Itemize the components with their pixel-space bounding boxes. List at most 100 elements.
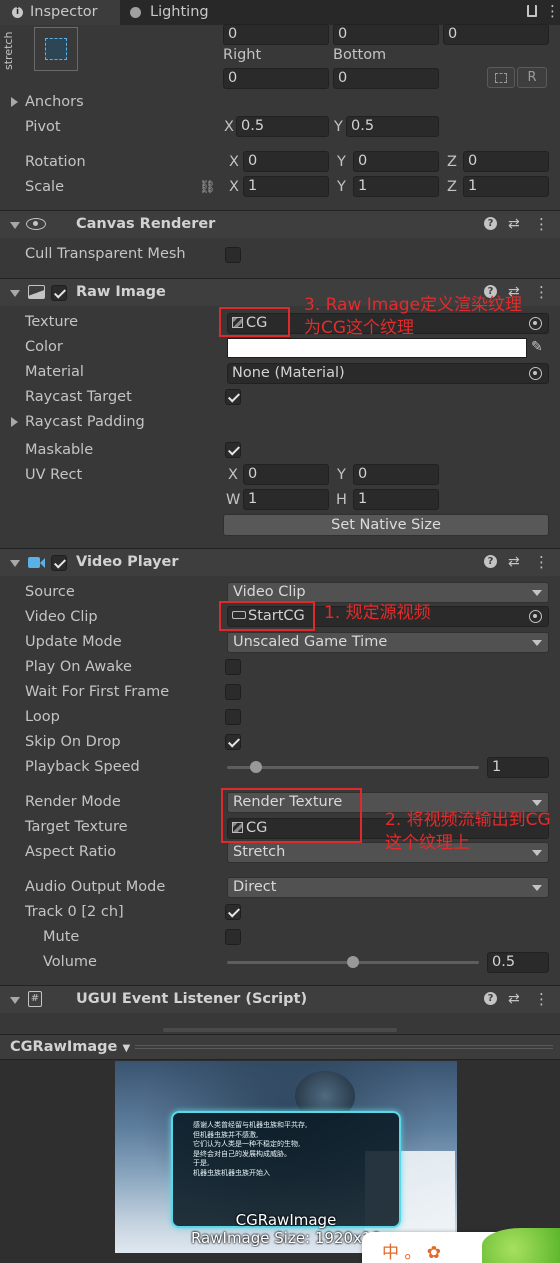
lock-icon[interactable]	[527, 5, 537, 17]
material-field[interactable]: None (Material)	[227, 363, 549, 384]
uv-x-field[interactable]: 0	[243, 464, 329, 485]
uv-x-label: X	[228, 467, 238, 483]
ugui-foldout-icon[interactable]	[10, 997, 20, 1004]
chevron-down-icon	[532, 640, 542, 646]
source-dropdown[interactable]: Video Clip	[227, 582, 549, 603]
loop-label: Loop	[25, 709, 60, 725]
context-menu-icon[interactable]: ⋮	[534, 215, 549, 233]
cull-transparent-mesh-checkbox[interactable]	[225, 247, 241, 263]
tab-inspector[interactable]: i Inspector	[0, 0, 120, 25]
video-player-enabled-checkbox[interactable]	[51, 555, 67, 571]
skip-on-drop-checkbox[interactable]	[225, 734, 241, 750]
target-texture-label: Target Texture	[25, 819, 128, 835]
scale-z-field[interactable]: 1	[463, 176, 549, 197]
scale-y-label: Y	[337, 179, 346, 195]
video-player-header[interactable]: Video Player ? ⇄ ⋮	[0, 548, 560, 576]
preview-dropdown[interactable]: CGRawImage ▼	[10, 1039, 130, 1055]
uv-y-field[interactable]: 0	[353, 464, 439, 485]
annotation-1: 1. 规定源视频	[324, 603, 431, 623]
raycast-target-checkbox[interactable]	[225, 389, 241, 405]
rotation-z-label: Z	[447, 154, 457, 170]
raw-image-enabled-checkbox[interactable]	[51, 285, 67, 301]
rotation-x-field[interactable]: 0	[243, 151, 329, 172]
presets-icon[interactable]: ⇄	[508, 991, 520, 1007]
ugui-event-listener-title: UGUI Event Listener (Script)	[76, 991, 308, 1007]
playback-speed-field[interactable]: 1	[487, 757, 549, 778]
scale-y-field[interactable]: 1	[353, 176, 439, 197]
presets-icon[interactable]: ⇄	[508, 216, 520, 232]
volume-field[interactable]: 0.5	[487, 952, 549, 973]
pivot-x-field[interactable]: 0.5	[236, 116, 329, 137]
raw-edit-button[interactable]: R	[517, 67, 547, 88]
tab-lighting-label: Lighting	[150, 4, 209, 20]
uv-w-field[interactable]: 1	[243, 489, 329, 510]
uv-h-field[interactable]: 1	[353, 489, 439, 510]
object-picker-icon[interactable]	[529, 317, 542, 330]
right-field[interactable]: 0	[223, 68, 329, 89]
help-icon[interactable]: ?	[484, 992, 497, 1005]
anchors-foldout-icon[interactable]	[11, 97, 18, 107]
context-menu-icon[interactable]: ⋮	[534, 283, 549, 301]
constrain-proportions-icon[interactable]: ⛓	[199, 180, 216, 195]
annotation-2-line1: 2. 将视频流输出到CG	[385, 810, 551, 830]
context-menu-icon[interactable]: ⋮	[534, 553, 549, 571]
color-swatch[interactable]	[227, 338, 527, 358]
raycast-padding-label[interactable]: Raycast Padding	[25, 414, 145, 430]
maskable-checkbox[interactable]	[225, 442, 241, 458]
chevron-down-icon: ▼	[122, 1043, 131, 1054]
anchors-label[interactable]: Anchors	[25, 94, 84, 110]
scale-x-field[interactable]: 1	[243, 176, 329, 197]
bottom-field[interactable]: 0	[333, 68, 439, 89]
source-value: Video Clip	[233, 584, 306, 600]
left-field[interactable]: 0	[223, 24, 329, 45]
canvas-renderer-foldout-icon[interactable]	[10, 222, 20, 229]
tab-lighting[interactable]: Lighting	[124, 0, 224, 25]
presets-icon[interactable]: ⇄	[508, 554, 520, 570]
tab-bar: i Inspector Lighting ⋮	[0, 0, 560, 25]
blueprint-mode-button[interactable]	[487, 67, 515, 88]
track-0-checkbox[interactable]	[225, 904, 241, 920]
object-picker-icon[interactable]	[529, 610, 542, 623]
set-native-size-button[interactable]: Set Native Size	[223, 514, 549, 536]
chevron-down-icon	[532, 885, 542, 891]
audio-output-mode-dropdown[interactable]: Direct	[227, 877, 549, 898]
object-picker-icon[interactable]	[529, 367, 542, 380]
rotation-z-field[interactable]: 0	[463, 151, 549, 172]
material-label: Material	[25, 364, 84, 380]
help-icon[interactable]: ?	[484, 555, 497, 568]
annotation-3-line2: 为CG这个纹理	[304, 318, 415, 338]
texture-label: Texture	[25, 314, 79, 330]
mute-checkbox[interactable]	[225, 929, 241, 945]
stretch-label: stretch	[2, 31, 15, 70]
eye-icon	[26, 218, 46, 230]
raycast-padding-foldout-icon[interactable]	[11, 417, 18, 427]
pos-z-field[interactable]: 0	[443, 24, 549, 45]
volume-slider-handle[interactable]	[347, 956, 359, 968]
playback-speed-slider-handle[interactable]	[250, 761, 262, 773]
top-field[interactable]: 0	[333, 24, 439, 45]
context-menu-icon[interactable]: ⋮	[534, 990, 549, 1008]
rotation-y-field[interactable]: 0	[353, 151, 439, 172]
raw-image-foldout-icon[interactable]	[10, 290, 20, 297]
audio-output-mode-label: Audio Output Mode	[25, 879, 166, 895]
rotation-label: Rotation	[25, 154, 86, 170]
tab-menu-icon[interactable]: ⋮	[545, 2, 560, 20]
eyedropper-icon[interactable]: ✎	[531, 339, 543, 355]
help-icon[interactable]: ?	[484, 217, 497, 230]
preview-toolbar: CGRawImage ▼	[0, 1034, 560, 1060]
loop-checkbox[interactable]	[225, 709, 241, 725]
rotation-y-label: Y	[337, 154, 346, 170]
splitter-handle[interactable]	[163, 1028, 397, 1032]
pivot-y-field[interactable]: 0.5	[346, 116, 439, 137]
anchor-presets-button[interactable]	[34, 27, 78, 71]
play-on-awake-checkbox[interactable]	[225, 659, 241, 675]
tab-inspector-label: Inspector	[30, 4, 98, 20]
update-mode-dropdown[interactable]: Unscaled Game Time	[227, 632, 549, 653]
wait-for-first-frame-checkbox[interactable]	[225, 684, 241, 700]
canvas-renderer-header[interactable]: Canvas Renderer ? ⇄ ⋮	[0, 210, 560, 238]
video-player-foldout-icon[interactable]	[10, 560, 20, 567]
playback-speed-slider[interactable]	[227, 766, 479, 769]
image-icon	[28, 285, 45, 299]
drag-handle[interactable]	[135, 1045, 553, 1049]
ugui-event-listener-header[interactable]: # UGUI Event Listener (Script) ? ⇄ ⋮	[0, 985, 560, 1013]
